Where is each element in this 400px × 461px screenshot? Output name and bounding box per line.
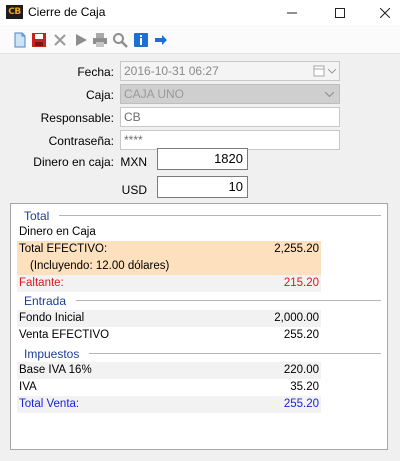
maximize-icon [334, 8, 345, 18]
minimize-button[interactable] [276, 0, 307, 25]
row-total-venta: Total Venta: 255.20 [17, 396, 321, 413]
fecha-label: Fecha: [77, 65, 114, 79]
caja-value: CAJA UNO [124, 87, 185, 101]
mxn-input[interactable]: 1820 [157, 148, 248, 170]
window-title: Cierre de Caja [28, 5, 106, 19]
chevron-down-icon[interactable] [328, 69, 336, 74]
row-fondo-inicial: Fondo Inicial 2,000.00 [17, 310, 321, 327]
caja-select[interactable]: CAJA UNO [120, 84, 340, 104]
responsable-field[interactable]: CB [120, 107, 340, 127]
section-title-total: Total [24, 209, 50, 223]
row-incluyendo-dolares: (Incluyendo: 12.00 dólares) [17, 258, 321, 275]
app-icon: CB [6, 5, 23, 19]
exit-arrow-icon[interactable] [153, 32, 169, 48]
search-icon[interactable] [112, 32, 128, 48]
close-icon [379, 7, 390, 19]
password-value: **** [124, 133, 143, 147]
row-total-efectivo: Total EFECTIVO: 2,255.20 [17, 241, 321, 258]
responsable-label: Responsable: [40, 111, 114, 125]
usd-label: USD [121, 183, 147, 197]
section-title-impuestos: Impuestos [24, 347, 80, 361]
minimize-icon [286, 12, 297, 14]
section-divider [76, 300, 381, 301]
print-icon[interactable] [92, 32, 108, 48]
row-faltante: Faltante: 215.20 [17, 275, 321, 292]
cash-label: Dinero en caja: [33, 155, 114, 169]
close-button[interactable] [369, 0, 400, 25]
password-label: Contraseña: [48, 134, 114, 148]
section-divider [59, 215, 381, 216]
mxn-label: MXN [120, 155, 147, 169]
fecha-field[interactable]: 2016-10-31 06:27 [120, 61, 340, 81]
fecha-value: 2016-10-31 06:27 [124, 64, 219, 78]
row-base-iva: Base IVA 16% 220.00 [17, 362, 321, 379]
caja-label: Caja: [85, 88, 114, 102]
toolbar [0, 25, 400, 54]
info-icon[interactable] [133, 32, 149, 48]
chevron-down-icon [325, 92, 334, 97]
maximize-button[interactable] [324, 0, 355, 25]
play-icon[interactable] [73, 32, 89, 48]
new-document-icon[interactable] [12, 32, 28, 48]
responsable-value: CB [124, 110, 141, 124]
row-iva: IVA 35.20 [19, 381, 319, 393]
section-divider [89, 353, 381, 354]
title-bar: CB Cierre de Caja [0, 0, 400, 25]
summary-panel: Total Dinero en Caja Total EFECTIVO: 2,2… [10, 203, 388, 450]
usd-input[interactable]: 10 [157, 176, 248, 198]
row-venta-efectivo: Venta EFECTIVO 255.20 [19, 329, 319, 341]
calendar-icon[interactable] [313, 65, 325, 77]
password-field[interactable]: **** [120, 130, 340, 150]
save-icon[interactable] [31, 32, 47, 48]
row-dinero-en-caja: Dinero en Caja [19, 226, 96, 238]
section-title-entrada: Entrada [24, 294, 67, 308]
cancel-icon[interactable] [52, 32, 68, 48]
